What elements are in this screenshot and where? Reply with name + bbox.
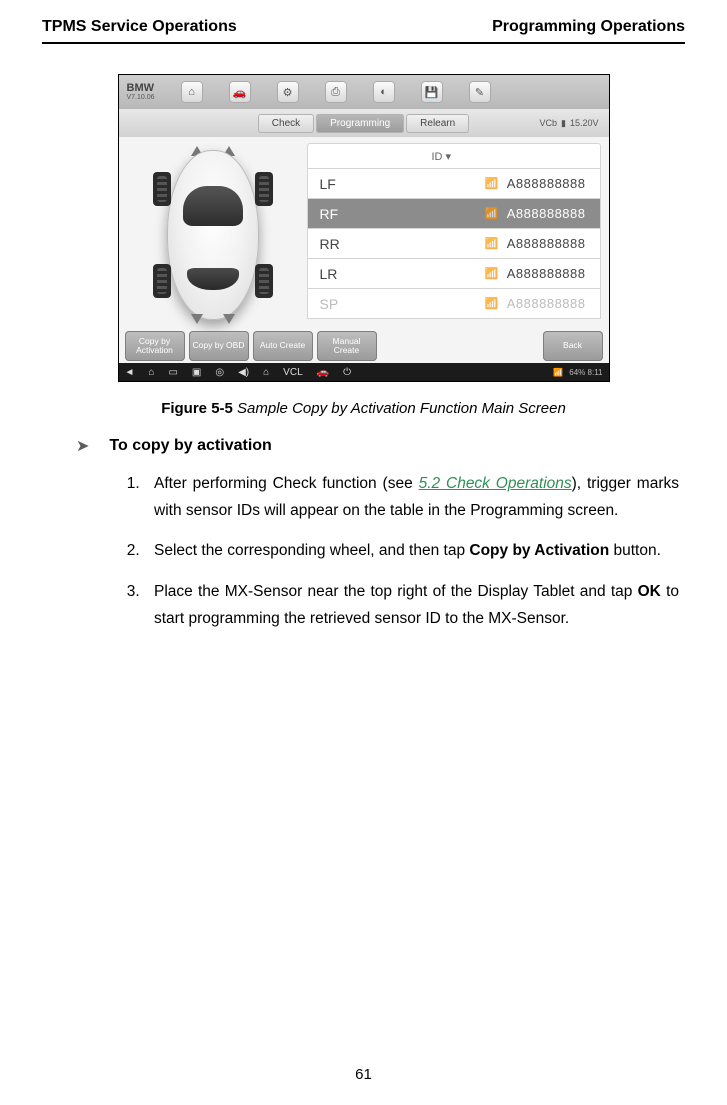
step-bold: OK bbox=[638, 583, 661, 600]
col-id-header[interactable]: ID ▾ bbox=[418, 150, 600, 163]
tab-relearn[interactable]: Relearn bbox=[406, 114, 469, 133]
signal-icon: 📶 bbox=[485, 177, 499, 190]
version-label: V7.10.06 bbox=[127, 94, 155, 101]
sensor-id: A888888888 bbox=[507, 236, 586, 251]
home-icon[interactable]: ⌂ bbox=[181, 81, 203, 103]
nav-power-icon[interactable]: ⏻ bbox=[343, 367, 351, 378]
signal-icon: 📶 bbox=[485, 237, 499, 250]
app-top-bar: BMW V7.10.06 ⌂ 🚗 ⚙ ⎙ ◐ 💾 ✎ bbox=[119, 75, 609, 109]
copy-by-activation-button[interactable]: Copy by Activation bbox=[125, 331, 185, 361]
pos-label: RR bbox=[308, 236, 418, 252]
header-right: Programming Operations bbox=[492, 18, 685, 36]
car-diagram[interactable] bbox=[119, 137, 307, 333]
rearglass-icon bbox=[187, 268, 239, 290]
chevron-right-icon: ➤ bbox=[76, 437, 89, 457]
nav-vcl-icon[interactable]: VCL bbox=[283, 367, 302, 378]
status-time: 64% 8:11 bbox=[569, 368, 602, 377]
nav-app-icon[interactable]: ▣ bbox=[192, 367, 201, 378]
step-text: button. bbox=[609, 542, 661, 559]
table-header-row[interactable]: ID ▾ bbox=[307, 143, 601, 169]
nav-camera-icon[interactable]: ◎ bbox=[215, 367, 224, 378]
sensor-id: A888888888 bbox=[507, 266, 586, 281]
auto-create-button[interactable]: Auto Create bbox=[253, 331, 313, 361]
header-rule bbox=[42, 42, 685, 44]
signal-icon: 📶 bbox=[485, 267, 499, 280]
back-button[interactable]: Back bbox=[543, 331, 603, 361]
marker-lr-icon bbox=[191, 314, 203, 324]
table-row[interactable]: RR 📶 A888888888 bbox=[307, 229, 601, 259]
pos-label: SP bbox=[308, 296, 418, 312]
vehicle-icon[interactable]: 🚗 bbox=[229, 81, 251, 103]
list-item: After performing Check function (see 5.2… bbox=[144, 471, 679, 524]
signal-icon: 📶 bbox=[485, 297, 499, 310]
figure-screenshot: BMW V7.10.06 ⌂ 🚗 ⚙ ⎙ ◐ 💾 ✎ Check Program… bbox=[118, 74, 610, 382]
table-row[interactable]: RF 📶 A888888888 bbox=[307, 199, 601, 229]
nav-maxisys-icon[interactable]: ⌂ bbox=[263, 367, 269, 378]
print-icon[interactable]: ⎙ bbox=[325, 81, 347, 103]
windshield-icon bbox=[183, 186, 243, 226]
caption-label: Figure 5-5 bbox=[161, 400, 233, 417]
pos-label: LR bbox=[308, 266, 418, 282]
page-number: 61 bbox=[0, 1066, 727, 1083]
nav-sound-icon[interactable]: ◀) bbox=[238, 367, 249, 378]
step-list: After performing Check function (see 5.2… bbox=[144, 471, 679, 632]
sensor-table: ID ▾ LF 📶 A888888888 RF 📶 A888888888 RR 📶 A… bbox=[307, 137, 609, 333]
pos-label: RF bbox=[308, 206, 418, 222]
link-check-operations[interactable]: 5.2 Check Operations bbox=[419, 475, 572, 492]
status-wifi-icon: 📶 bbox=[553, 368, 563, 377]
sensor-id: A888888888 bbox=[507, 176, 586, 191]
list-item: Place the MX-Sensor near the top right o… bbox=[144, 579, 679, 632]
header-left: TPMS Service Operations bbox=[42, 18, 237, 36]
copy-by-obd-button[interactable]: Copy by OBD bbox=[189, 331, 249, 361]
nav-car-icon[interactable]: 🚗 bbox=[317, 367, 329, 378]
sensor-id: A888888888 bbox=[507, 206, 586, 221]
pos-label: LF bbox=[308, 176, 418, 192]
vehicle-brand: BMW V7.10.06 bbox=[127, 83, 155, 101]
tab-row: Check Programming Relearn VCb ▮ 15.20V bbox=[119, 109, 609, 137]
nav-back-icon[interactable]: ◄ bbox=[125, 367, 135, 378]
step-text: Place the MX-Sensor near the top right o… bbox=[154, 583, 638, 600]
wheel-lr[interactable] bbox=[153, 264, 171, 298]
tab-check[interactable]: Check bbox=[258, 114, 314, 133]
battery-icon: ▮ bbox=[561, 118, 566, 129]
vc-label: VCb bbox=[540, 118, 558, 128]
vc-status: VCb ▮ 15.20V bbox=[540, 118, 599, 129]
signal-icon: 📶 bbox=[485, 207, 499, 220]
nav-home-icon[interactable]: ⌂ bbox=[148, 367, 154, 378]
caption-text: Sample Copy by Activation Function Main … bbox=[233, 400, 566, 417]
car-body-icon bbox=[167, 150, 259, 320]
manual-create-button[interactable]: Manual Create bbox=[317, 331, 377, 361]
sensor-id: A888888888 bbox=[507, 296, 586, 311]
marker-rr-icon bbox=[223, 314, 235, 324]
wheel-rf[interactable] bbox=[255, 172, 273, 206]
step-text: After performing Check function (see bbox=[154, 475, 419, 492]
wheel-rr[interactable] bbox=[255, 264, 273, 298]
edit-icon[interactable]: ✎ bbox=[469, 81, 491, 103]
tab-programming[interactable]: Programming bbox=[316, 114, 404, 133]
step-text: Select the corresponding wheel, and then… bbox=[154, 542, 469, 559]
list-item: Select the corresponding wheel, and then… bbox=[144, 538, 679, 565]
wheel-lf[interactable] bbox=[153, 172, 171, 206]
action-button-row: Copy by Activation Copy by OBD Auto Crea… bbox=[125, 331, 603, 361]
table-row[interactable]: SP 📶 A888888888 bbox=[307, 289, 601, 319]
save-icon[interactable]: 💾 bbox=[421, 81, 443, 103]
figure-caption: Figure 5-5 Sample Copy by Activation Fun… bbox=[42, 400, 685, 417]
table-row[interactable]: LR 📶 A888888888 bbox=[307, 259, 601, 289]
settings-icon[interactable]: ⚙ bbox=[277, 81, 299, 103]
nav-recents-icon[interactable]: ▭ bbox=[168, 367, 177, 378]
brand-label: BMW bbox=[127, 83, 155, 94]
system-nav-bar: ◄ ⌂ ▭ ▣ ◎ ◀) ⌂ VCL 🚗 ⏻ 📶 64% 8:11 bbox=[119, 363, 609, 381]
table-row[interactable]: LF 📶 A888888888 bbox=[307, 169, 601, 199]
help-icon[interactable]: ◐ bbox=[373, 81, 395, 103]
vc-voltage: 15.20V bbox=[570, 118, 599, 128]
step-bold: Copy by Activation bbox=[469, 542, 609, 559]
procedure-title: To copy by activation bbox=[109, 437, 271, 457]
